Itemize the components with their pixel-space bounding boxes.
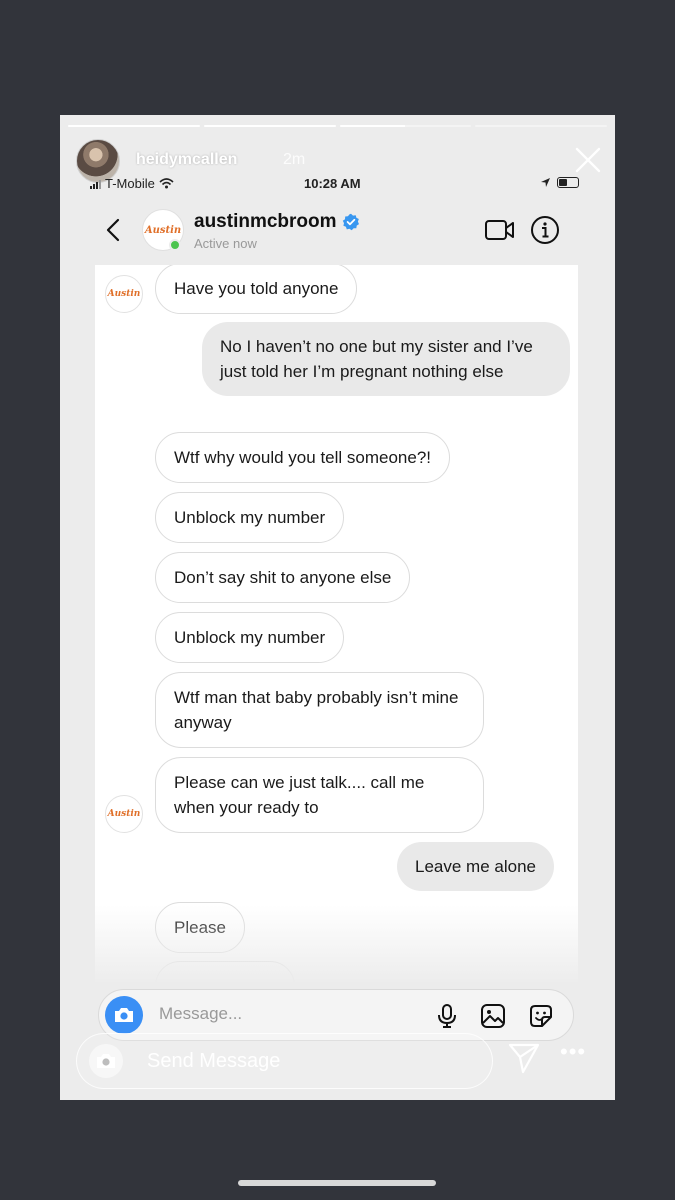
online-indicator xyxy=(169,239,181,251)
sender-avatar[interactable]: Austin xyxy=(105,795,143,833)
message-text: Have you told anyone xyxy=(174,279,339,298)
message-text: No I haven’t no one but my sister and I’… xyxy=(220,337,533,381)
location-arrow-icon xyxy=(541,178,550,187)
back-chevron-icon[interactable] xyxy=(106,218,120,242)
signal-icon xyxy=(90,179,101,189)
carrier-name: T-Mobile xyxy=(105,176,155,191)
reply-placeholder: Send Message xyxy=(147,1050,281,1072)
camera-button[interactable] xyxy=(105,996,143,1034)
dm-username-text: austinmcbroom xyxy=(194,211,337,232)
message-bubble[interactable]: Please xyxy=(155,902,245,953)
message-bubble[interactable]: No I haven’t no one but my sister and I’… xyxy=(202,322,570,396)
avatar-logo-text: Austin xyxy=(107,809,141,819)
status-time: 10:28 AM xyxy=(304,176,361,191)
message-text: Please xyxy=(174,918,226,937)
message-input[interactable] xyxy=(159,1004,419,1024)
story-viewer: heidymcallen 2m T-Mobile 10:28 AM Austin… xyxy=(60,115,615,1100)
status-bar: T-Mobile 10:28 AM xyxy=(90,175,579,193)
message-bubble[interactable]: Unblock my number xyxy=(155,492,345,543)
sender-avatar[interactable]: Austin xyxy=(105,275,143,313)
message-bubble[interactable]: Don’t say shit to anyone else xyxy=(155,552,411,603)
story-username[interactable]: heidymcallen xyxy=(136,151,237,169)
message-text: Unblock my number xyxy=(174,628,326,647)
info-icon[interactable] xyxy=(530,215,560,245)
dm-header: Austin austinmcbroom Active now xyxy=(60,203,615,263)
avatar-logo-text: Austin xyxy=(144,224,182,236)
message-text: Unblock my number xyxy=(174,508,326,527)
progress-fill xyxy=(68,125,200,127)
message-bubble[interactable]: Unblock my number xyxy=(155,612,345,663)
video-call-icon[interactable] xyxy=(484,217,516,243)
verified-badge-icon xyxy=(342,213,359,231)
sticker-icon[interactable] xyxy=(527,1002,555,1030)
message-text: Don’t say shit to anyone else xyxy=(174,568,392,587)
dm-username[interactable]: austinmcbroom xyxy=(194,211,360,233)
message-thread[interactable]: Austin Have you told anyone No I haven’t… xyxy=(95,265,578,985)
progress-fill xyxy=(339,125,406,127)
send-icon[interactable] xyxy=(507,1041,541,1075)
message-bubble-partial[interactable] xyxy=(155,961,295,985)
wifi-icon xyxy=(159,178,174,189)
camera-icon xyxy=(97,1054,115,1068)
avatar-logo-text: Austin xyxy=(107,289,141,299)
message-bubble[interactable]: Leave me alone xyxy=(397,842,554,891)
camera-icon xyxy=(115,1008,133,1022)
message-text: Leave me alone xyxy=(415,857,536,876)
reply-camera-button[interactable] xyxy=(89,1044,123,1078)
close-icon[interactable] xyxy=(575,147,601,173)
message-text: Wtf man that baby probably isn’t mine an… xyxy=(174,688,459,732)
home-indicator[interactable] xyxy=(238,1180,436,1186)
message-bubble[interactable]: Have you told anyone xyxy=(155,265,358,314)
message-bubble[interactable]: Wtf why would you tell someone?! xyxy=(155,432,451,483)
progress-fill xyxy=(203,125,336,127)
battery-icon xyxy=(557,177,579,188)
active-status: Active now xyxy=(194,236,257,251)
gallery-icon[interactable] xyxy=(479,1002,507,1030)
more-icon[interactable]: ••• xyxy=(560,1041,590,1067)
message-text: Please can we just talk.... call me when… xyxy=(174,773,425,817)
story-progress xyxy=(68,125,607,127)
story-reply-field[interactable]: Send Message xyxy=(76,1033,493,1089)
story-time: 2m xyxy=(283,151,306,168)
microphone-icon[interactable] xyxy=(433,1002,461,1030)
message-bubble[interactable]: Please can we just talk.... call me when… xyxy=(155,757,484,833)
message-bubble[interactable]: Wtf man that baby probably isn’t mine an… xyxy=(155,672,484,748)
message-text: Wtf why would you tell someone?! xyxy=(174,448,432,467)
